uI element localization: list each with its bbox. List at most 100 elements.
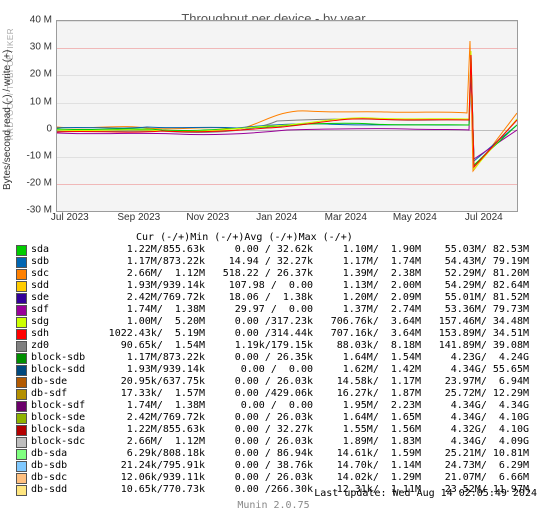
legend-name: db-sdb [31, 460, 97, 472]
legend-cur: 1.22M/855.63k [97, 424, 205, 436]
legend-swatch [16, 473, 27, 484]
legend-max: 55.01M/ 81.52M [421, 292, 529, 304]
legend-max: 54.43M/ 79.19M [421, 256, 529, 268]
legend-min: 0.00 / 32.62k [205, 244, 313, 256]
legend-max: 24.73M/ 6.29M [421, 460, 529, 472]
legend-max: 55.03M/ 82.53M [421, 244, 529, 256]
x-axis-ticks: Jul 2023 Sep 2023 Nov 2023 Jan 2024 Mar … [56, 212, 516, 226]
legend-max: 4.34G/ 4.10G [421, 412, 529, 424]
legend-swatch [16, 413, 27, 424]
legend-swatch [16, 389, 27, 400]
legend-max: 4.23G/ 4.24G [421, 352, 529, 364]
legend-max: 4.34G/ 4.34G [421, 400, 529, 412]
legend-avg: 14.70k/ 1.14M [313, 460, 421, 472]
legend-name: sda [31, 244, 97, 256]
legend-row: db-sde20.95k/637.75k0.00 / 26.03k14.58k/… [16, 376, 539, 388]
legend-avg: 1.17M/ 1.74M [313, 256, 421, 268]
legend-min: 0.00 /314.44k [205, 328, 313, 340]
legend-name: zd0 [31, 340, 97, 352]
legend-cur: 1.93M/939.14k [97, 364, 205, 376]
legend-row: db-sdb21.24k/795.91k0.00 / 38.76k14.70k/… [16, 460, 539, 472]
legend-row: db-sdc12.06k/939.11k0.00 / 26.03k14.02k/… [16, 472, 539, 484]
legend-avg: 1.55M/ 1.56M [313, 424, 421, 436]
legend-swatch [16, 317, 27, 328]
legend-min: 0.00 / 26.03k [205, 436, 313, 448]
legend-name: sdb [31, 256, 97, 268]
plot-area [56, 20, 518, 212]
legend-row: sde2.42M/769.72k18.06 / 1.38k1.20M/ 2.09… [16, 292, 539, 304]
footer: Munin 2.0.75 [0, 500, 547, 511]
legend-max: 25.21M/ 10.81M [421, 448, 529, 460]
legend-swatch [16, 281, 27, 292]
legend-name: block-sda [31, 424, 97, 436]
legend-avg: 1.62M/ 1.42M [313, 364, 421, 376]
legend-min: 107.98 / 0.00 [205, 280, 313, 292]
legend-min: 29.97 / 0.00 [205, 304, 313, 316]
legend-row: sdf1.74M/ 1.38M29.97 / 0.001.37M/ 2.74M5… [16, 304, 539, 316]
legend-avg: 88.03k/ 8.18M [313, 340, 421, 352]
legend-swatch [16, 401, 27, 412]
last-update: Last update: Wed Aug 14 02:05:49 2024 [314, 488, 537, 499]
legend-row: block-sda1.22M/855.63k0.00 / 32.27k1.55M… [16, 424, 539, 436]
y-axis-label: Bytes/second read (-) / write (+) [2, 30, 13, 210]
legend-name: sde [31, 292, 97, 304]
legend-cur: 1.74M/ 1.38M [97, 304, 205, 316]
legend-min: 0.00 / 32.27k [205, 424, 313, 436]
legend-row: db-sdf17.33k/ 1.57M0.00 /429.06k16.27k/ … [16, 388, 539, 400]
y-axis-ticks: -30 M -20 M -10 M 0 10 M 20 M 30 M 40 M [16, 20, 54, 210]
legend-cur: 90.65k/ 1.54M [97, 340, 205, 352]
legend-avg: 707.16k/ 3.64M [313, 328, 421, 340]
legend-cur: 17.33k/ 1.57M [97, 388, 205, 400]
legend-min: 0.00 / 26.03k [205, 376, 313, 388]
legend-max: 4.32G/ 4.10G [421, 424, 529, 436]
legend-min: 0.00 / 26.03k [205, 472, 313, 484]
legend-row: sdc2.66M/ 1.12M518.22 / 26.37k1.39M/ 2.3… [16, 268, 539, 280]
legend-min: 1.19k/179.15k [205, 340, 313, 352]
legend-avg: 1.10M/ 1.90M [313, 244, 421, 256]
legend-avg: 1.37M/ 2.74M [313, 304, 421, 316]
legend-cur: 6.29k/808.18k [97, 448, 205, 460]
legend-cur: 2.42M/769.72k [97, 292, 205, 304]
legend-swatch [16, 269, 27, 280]
legend-avg: 1.64M/ 1.65M [313, 412, 421, 424]
legend-table: sda 1.22M/855.63k 0.00 / 32.62k1.10M/ 1.90… [16, 244, 539, 496]
legend-swatch [16, 341, 27, 352]
legend-row: sda1.22M/855.63k0.00 / 32.62k1.10M/ 1.90… [16, 244, 539, 256]
legend-row: block-sdb1.17M/873.22k0.00 / 26.35k1.64M… [16, 352, 539, 364]
legend-swatch [16, 365, 27, 376]
legend-name: block-sdf [31, 400, 97, 412]
legend-name: block-sde [31, 412, 97, 424]
legend-cur: 2.42M/769.72k [97, 412, 205, 424]
legend-min: 0.00 / 26.35k [205, 352, 313, 364]
legend-name: sdh [31, 328, 97, 340]
legend-name: db-sdd [31, 484, 97, 496]
legend-cur: 2.66M/ 1.12M [97, 268, 205, 280]
legend-avg: 14.02k/ 1.29M [313, 472, 421, 484]
legend-row: block-sdd1.93M/939.14k0.00 / 0.001.62M/ … [16, 364, 539, 376]
legend-min: 18.06 / 1.38k [205, 292, 313, 304]
legend-swatch [16, 377, 27, 388]
legend-swatch [16, 449, 27, 460]
legend-row: sdh1022.43k/ 5.19M0.00 /314.44k707.16k/ … [16, 328, 539, 340]
legend-max: 25.72M/ 12.29M [421, 388, 529, 400]
legend-row: block-sdf1.74M/ 1.38M0.00 / 0.001.95M/ 2… [16, 400, 539, 412]
legend-swatch [16, 425, 27, 436]
legend-name: sdd [31, 280, 97, 292]
plot-svg [57, 21, 517, 211]
legend-max: 54.29M/ 82.64M [421, 280, 529, 292]
legend-min: 0.00 /266.30k [205, 484, 313, 496]
legend-cur: 1.00M/ 5.20M [97, 316, 205, 328]
legend-min: 0.00 / 38.76k [205, 460, 313, 472]
legend-max: 21.07M/ 6.66M [421, 472, 529, 484]
legend-max: 53.36M/ 79.73M [421, 304, 529, 316]
legend-avg: 1.64M/ 1.54M [313, 352, 421, 364]
legend-row: db-sda6.29k/808.18k0.00 / 86.94k14.61k/ … [16, 448, 539, 460]
legend-swatch [16, 353, 27, 364]
legend-avg: 16.27k/ 1.87M [313, 388, 421, 400]
legend-cur: 1.17M/873.22k [97, 352, 205, 364]
legend-avg: 706.76k/ 3.64M [313, 316, 421, 328]
legend-cur: 1022.43k/ 5.19M [97, 328, 205, 340]
legend-avg: 14.58k/ 1.17M [313, 376, 421, 388]
legend-cur: 20.95k/637.75k [97, 376, 205, 388]
legend-avg: 1.39M/ 2.38M [313, 268, 421, 280]
